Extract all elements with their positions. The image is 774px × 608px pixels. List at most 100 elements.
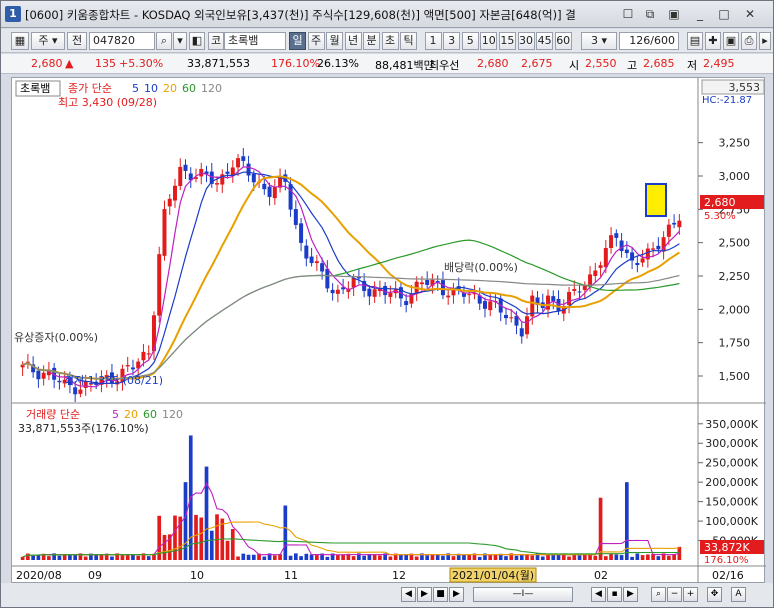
- zoom-in-icon[interactable]: +: [683, 587, 698, 602]
- dock-icon[interactable]: ▣: [665, 6, 683, 22]
- volume-bar: [425, 555, 430, 560]
- scroll-slider[interactable]: —I—: [473, 587, 573, 602]
- volume-bar: [173, 515, 177, 560]
- x-tick-label-4: 12: [392, 569, 406, 582]
- period-tab-3[interactable]: 년: [344, 32, 362, 50]
- scroll-right-icon[interactable]: ▶: [623, 587, 638, 602]
- volume-bar: [551, 554, 556, 560]
- price-volume-chart[interactable]: 3,2503,0002,7502,5002,2502,0001,7501,500…: [12, 78, 766, 584]
- volume-value: 33,871,553: [187, 57, 250, 70]
- minute-button-30[interactable]: 30: [517, 32, 535, 50]
- maximize-icon[interactable]: □: [715, 6, 733, 22]
- market-menu-icon[interactable]: ▦: [11, 32, 29, 50]
- last-volume-label: 33,872K: [704, 541, 750, 554]
- candle-body: [178, 166, 183, 186]
- last-price-label: 2,680: [704, 196, 736, 209]
- candle-body: [167, 198, 172, 207]
- count-field[interactable]: 126/600: [619, 32, 679, 50]
- minute-button-15[interactable]: 15: [498, 32, 516, 50]
- chart-window: 1 [0600] 키움종합차트 - KOSDAQ 외국인보유[3,437(천)]…: [0, 0, 774, 608]
- minute-button-10[interactable]: 10: [480, 32, 498, 50]
- period-tab-5[interactable]: 초: [381, 32, 399, 50]
- volume-ma-5: [22, 482, 680, 558]
- price-tick-label-4: 2,250: [719, 270, 751, 283]
- close-icon[interactable]: ✕: [741, 6, 759, 22]
- x-tick-label-0: 2020/08: [16, 569, 62, 582]
- volume-bar: [209, 530, 214, 560]
- stock-name-field[interactable]: 초록뱀: [224, 32, 286, 50]
- price-ma-legend-20: 20: [163, 82, 177, 95]
- chart-area[interactable]: 3,250 3,000 2,750 2,500 2,250 2,000 1,750 1,500…: [11, 77, 766, 584]
- save-icon[interactable]: ▣: [723, 32, 739, 50]
- last-volume-pct: 176.10%: [704, 555, 749, 566]
- period-tab-2[interactable]: 월: [326, 32, 343, 50]
- period-tab-0[interactable]: 일: [289, 32, 306, 50]
- price-ma-legend-10: 10: [144, 82, 158, 95]
- candle-body: [404, 301, 409, 306]
- capital-increase-label: 유상증자(0.00%): [14, 331, 98, 344]
- minimize-icon[interactable]: _: [691, 6, 709, 22]
- candle-body: [225, 171, 230, 174]
- period-tab-6[interactable]: 틱: [400, 32, 417, 50]
- candle-body: [299, 223, 304, 243]
- candle-body: [314, 261, 319, 264]
- candle-body: [183, 164, 188, 171]
- grid-icon[interactable]: ▤: [687, 32, 703, 50]
- magnify-icon[interactable]: ⌕: [651, 587, 666, 602]
- minute-button-45[interactable]: 45: [536, 32, 554, 50]
- stock-code-input[interactable]: 047820: [89, 32, 155, 50]
- prev-page-icon[interactable]: ▶: [417, 587, 432, 602]
- lock-icon[interactable]: ◧: [189, 32, 205, 50]
- zoom-out-icon[interactable]: −: [667, 587, 682, 602]
- stop-icon[interactable]: ■: [433, 587, 448, 602]
- crosshair-icon[interactable]: ✚: [705, 32, 721, 50]
- candle-body: [603, 248, 608, 268]
- scroll-end-icon[interactable]: ▶: [449, 587, 464, 602]
- volume-bar: [635, 553, 640, 560]
- first-icon[interactable]: ◀: [401, 587, 416, 602]
- font-size-icon[interactable]: A: [731, 587, 746, 602]
- last-change-label: 5.30%: [704, 211, 736, 222]
- checkbox-icon[interactable]: ☐: [619, 6, 637, 22]
- candle-body: [330, 289, 335, 294]
- volume-bar: [656, 556, 661, 560]
- candle-body: [509, 317, 514, 319]
- search-icon[interactable]: ⌕: [156, 32, 172, 50]
- minute-button-1[interactable]: 1: [424, 32, 442, 50]
- x-tick-label-6: 02: [594, 569, 608, 582]
- trade-amount: 88,481백만: [375, 59, 434, 72]
- volume-bar: [488, 555, 493, 560]
- volume-bar: [283, 505, 288, 560]
- scroll-left-icon[interactable]: ◀: [591, 587, 606, 602]
- price-ma-legend-120: 120: [201, 82, 222, 95]
- period-tab-4[interactable]: 분: [363, 32, 380, 50]
- volume-bar: [94, 554, 99, 560]
- minute-button-5[interactable]: 5: [461, 32, 479, 50]
- period-tab-1[interactable]: 주: [307, 32, 325, 50]
- candle-body: [482, 301, 487, 309]
- volume-bar: [31, 555, 35, 560]
- volume-bar: [477, 556, 482, 560]
- minute-button-3[interactable]: 3: [443, 32, 461, 50]
- market-select[interactable]: 주 ▾: [31, 32, 65, 50]
- volume-tick-label-5: 100,000K: [705, 515, 758, 528]
- volume-ma-legend-60: 60: [143, 408, 157, 421]
- interval-select[interactable]: 3 ▾: [581, 32, 617, 50]
- candle-body: [446, 295, 451, 298]
- candle-body: [425, 280, 430, 285]
- volume-bar: [504, 556, 508, 560]
- print-icon[interactable]: ⎙: [741, 32, 757, 50]
- restore-icon[interactable]: ⧉: [641, 6, 659, 22]
- x-tick-label-7: 02/16: [712, 569, 744, 582]
- minute-button-60[interactable]: 60: [554, 32, 572, 50]
- dropdown-arrow-icon[interactable]: ▾: [173, 32, 187, 50]
- candle-body: [666, 224, 671, 237]
- volume-bar: [194, 514, 198, 560]
- volume-bar: [577, 555, 582, 560]
- volume-ma-legend-20: 20: [124, 408, 138, 421]
- volume-bar: [315, 555, 319, 560]
- zoom-fit-icon[interactable]: ▪: [607, 587, 622, 602]
- move-icon[interactable]: ✥: [707, 587, 722, 602]
- more-icon[interactable]: ▸: [759, 32, 771, 50]
- prev-button[interactable]: 전: [67, 32, 87, 50]
